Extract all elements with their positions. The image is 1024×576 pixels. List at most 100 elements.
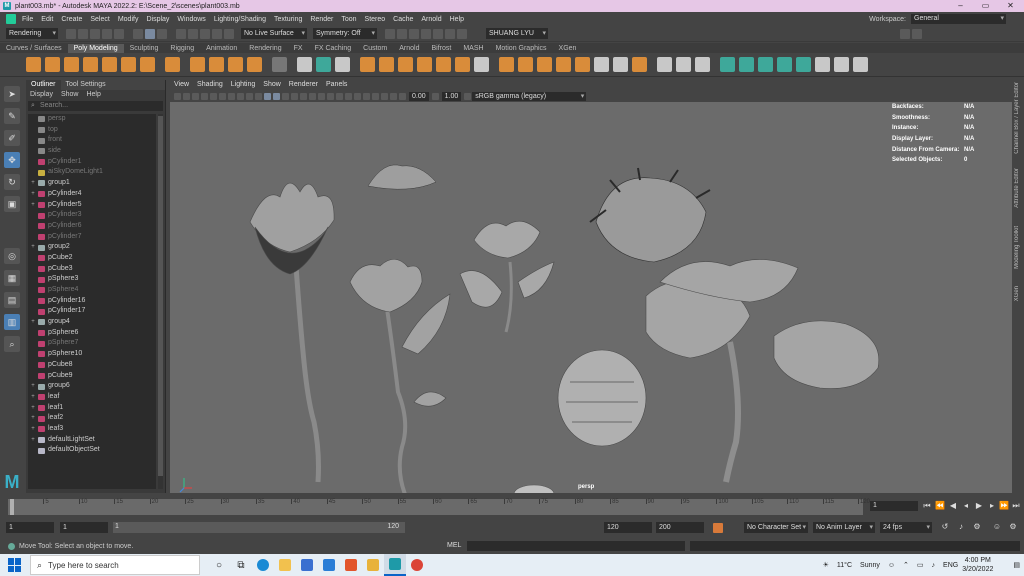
xray-icon[interactable] [363, 92, 370, 100]
poly-sphere-icon[interactable] [26, 57, 41, 72]
subdiv-icon[interactable] [335, 57, 350, 72]
shelf-tab-rigging[interactable]: Rigging [164, 44, 200, 53]
windows-start-icon[interactable] [8, 558, 22, 572]
menu-render[interactable]: Render [306, 16, 337, 23]
panel-toggle-icon[interactable] [900, 28, 910, 39]
outliner-item[interactable]: pCube8 [28, 360, 156, 371]
auto-map-icon[interactable] [796, 57, 811, 72]
fill-hole-icon[interactable] [575, 57, 590, 72]
backface-icon[interactable] [390, 92, 397, 100]
expand-toggle-icon[interactable]: + [28, 403, 38, 414]
textured-icon[interactable] [291, 92, 298, 100]
persp-viewport[interactable]: View Shading Lighting Show Renderer Pane… [170, 80, 1012, 493]
outliner-item[interactable]: + leaf2 [28, 413, 156, 424]
paint-select-icon[interactable]: ✐ [4, 130, 20, 146]
edge-browser-icon[interactable] [252, 554, 274, 576]
safe-action-icon[interactable] [246, 92, 253, 100]
sweep-mesh-icon[interactable] [190, 57, 205, 72]
render-current-icon[interactable] [397, 28, 407, 39]
poly-cube-icon[interactable] [45, 57, 60, 72]
xray-components-icon[interactable] [381, 92, 388, 100]
anti-alias-icon[interactable] [336, 92, 343, 100]
outliner-item[interactable]: + pCylinder5 [28, 200, 156, 211]
shadows-icon[interactable] [309, 92, 316, 100]
outliner-item[interactable]: pCylinder6 [28, 221, 156, 232]
move-tool-icon[interactable]: ✥ [4, 152, 20, 168]
weather-desc[interactable]: Sunny [860, 562, 880, 569]
maximize-button[interactable]: ▭ [973, 0, 998, 12]
panel-toggle2-icon[interactable] [912, 28, 922, 39]
select-component-icon[interactable] [157, 28, 167, 39]
smooth-icon[interactable] [316, 57, 331, 72]
undo-icon[interactable] [102, 28, 112, 39]
super-shape-icon[interactable] [165, 57, 180, 72]
outliner-item[interactable]: persp [28, 114, 156, 125]
menu-toon[interactable]: Toon [337, 16, 360, 23]
boolean-intersect-icon[interactable] [417, 57, 432, 72]
text-tool-icon[interactable] [228, 57, 243, 72]
expand-toggle-icon[interactable]: + [28, 200, 38, 211]
anim-layer-dropdown[interactable]: No Anim Layer [813, 522, 875, 533]
outliner-item[interactable]: + defaultLightSet [28, 435, 156, 446]
separate-icon[interactable] [297, 57, 312, 72]
expand-toggle-icon[interactable]: + [28, 317, 38, 328]
audio-icon[interactable]: ♪ [956, 522, 966, 532]
outliner-item[interactable]: top [28, 125, 156, 136]
step-forward-frame-icon[interactable]: ▸ [987, 501, 997, 511]
ipr-render-icon[interactable] [409, 28, 419, 39]
outliner-item[interactable]: + pCylinder4 [28, 189, 156, 200]
symmetry-dropdown[interactable]: Symmetry: Off [313, 28, 377, 39]
shelf-tab-sculpting[interactable]: Sculpting [124, 44, 165, 53]
workspace-dropdown[interactable]: General [911, 14, 1006, 24]
planar-map-icon[interactable] [739, 57, 754, 72]
command-line-input[interactable] [467, 541, 685, 551]
append-icon[interactable] [632, 57, 647, 72]
menu-select[interactable]: Select [86, 16, 113, 23]
image-plane-icon[interactable] [192, 92, 199, 100]
boolean-union-icon[interactable] [379, 57, 394, 72]
settings-icon[interactable]: ⚙ [1008, 522, 1018, 532]
outliner-item[interactable]: pCube9 [28, 371, 156, 382]
rotate-tool-icon[interactable]: ↻ [4, 174, 20, 190]
start-time-field[interactable]: 1 [6, 522, 54, 533]
minimize-button[interactable]: – [948, 0, 973, 12]
bridge-icon[interactable] [518, 57, 533, 72]
shelf-tab-curves-surfaces[interactable]: Curves / Surfaces [0, 44, 68, 53]
insert-edge-loop-icon[interactable] [676, 57, 691, 72]
menu-arnold[interactable]: Arnold [417, 16, 445, 23]
expand-toggle-icon[interactable]: + [28, 435, 38, 446]
outliner-item[interactable]: + leaf3 [28, 424, 156, 435]
modeling-toolkit-tab[interactable]: Modeling Toolkit [1014, 226, 1020, 269]
offset-edge-loop-icon[interactable] [695, 57, 710, 72]
select-hierarchy-icon[interactable] [133, 28, 143, 39]
current-time-indicator[interactable] [10, 499, 14, 515]
taskbar-clock[interactable]: 4:00 PM 3/20/2022 [962, 556, 993, 574]
lasso-tool-icon[interactable]: ✎ [4, 108, 20, 124]
smooth-shade-icon[interactable] [273, 92, 280, 100]
gamma-field[interactable]: 1.00 [441, 91, 462, 101]
menu-toggle-icon[interactable] [6, 14, 16, 24]
go-to-start-icon[interactable]: ⏮ [922, 501, 932, 511]
merge-icon[interactable] [455, 57, 470, 72]
menu-lighting-shading[interactable]: Lighting/Shading [210, 16, 270, 23]
outliner-item[interactable]: pCylinder1 [28, 157, 156, 168]
history-icon[interactable] [385, 28, 395, 39]
viewport-menu-renderer[interactable]: Renderer [285, 80, 322, 90]
poly-type-icon[interactable] [209, 57, 224, 72]
multi-cut-icon[interactable] [657, 57, 672, 72]
character-set-dropdown[interactable]: No Character Set [744, 522, 808, 533]
select-object-icon[interactable] [145, 28, 155, 39]
play-backwards-icon[interactable]: ◂ [961, 501, 971, 511]
poly-torus-icon[interactable] [102, 57, 117, 72]
safe-title-icon[interactable] [255, 92, 262, 100]
explorer-folder-icon[interactable] [362, 554, 384, 576]
bevel-icon[interactable] [537, 57, 552, 72]
attribute-editor-tab[interactable]: Attribute Editor [1014, 168, 1020, 208]
shelf-tab-mash[interactable]: MASH [457, 44, 489, 53]
outliner-layout-icon[interactable]: ▥ [4, 314, 20, 330]
step-back-frame-icon[interactable]: ◀ [948, 501, 958, 511]
network-icon[interactable]: ▭ [917, 561, 924, 569]
cut-uv-icon[interactable] [834, 57, 849, 72]
view-transform-dropdown[interactable]: sRGB gamma (legacy) [472, 91, 587, 101]
expand-toggle-icon[interactable]: + [28, 392, 38, 403]
